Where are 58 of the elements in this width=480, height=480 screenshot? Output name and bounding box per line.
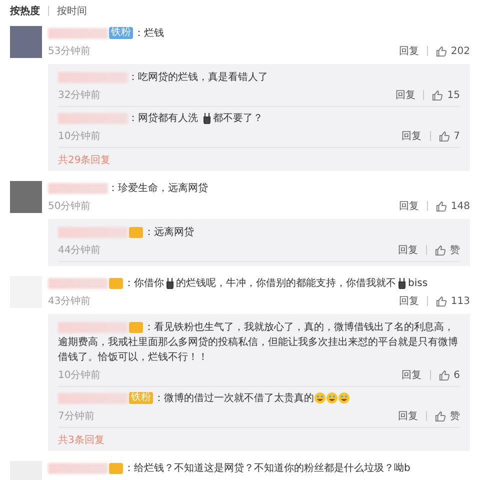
like-button[interactable]: 148 xyxy=(436,200,470,212)
timestamp: 32分钟前 xyxy=(58,88,101,102)
thumbs-up-icon xyxy=(436,200,447,212)
comment-text: ：远离网贷 xyxy=(58,225,460,240)
laughing-emoji-icon xyxy=(326,392,338,404)
thumbs-up-icon xyxy=(438,370,450,380)
blurred-username xyxy=(58,226,128,238)
reply-link[interactable]: 回复 xyxy=(402,129,422,143)
thumbs-up-icon xyxy=(435,410,446,422)
like-button[interactable]: 7 xyxy=(438,130,460,142)
comment-text: ：你借你 的烂钱呢，牛冲，你借别的都能支持，你借我就不 biss xyxy=(48,276,470,291)
like-button[interactable]: 赞 xyxy=(435,243,460,257)
avatar-placeholder[interactable] xyxy=(10,181,42,213)
blurred-username xyxy=(58,322,128,333)
like-button[interactable]: 15 xyxy=(432,90,460,100)
thumbs-up-icon xyxy=(432,90,444,100)
reply-link[interactable]: 回复 xyxy=(398,243,418,257)
timestamp: 10分钟前 xyxy=(58,130,101,143)
comment-text: 铁粉 ：烂钱 xyxy=(48,26,470,41)
thumbs-up-icon xyxy=(438,130,450,142)
timestamp: 44分钟前 xyxy=(58,244,101,257)
like-button[interactable]: 113 xyxy=(436,296,470,306)
sort-tab[interactable]: 按热度 xyxy=(10,4,40,18)
laughing-emoji-icon xyxy=(314,392,326,404)
comment-text: ：网贷都有人洗 都不要了？ xyxy=(58,111,460,126)
laughing-emoji-icon xyxy=(338,392,350,404)
reply-link[interactable]: 回复 xyxy=(398,44,419,58)
like-button[interactable]: 202 xyxy=(436,46,470,56)
blurred-username xyxy=(48,278,108,289)
timestamp: 7分钟前 xyxy=(58,410,94,423)
comment-text: ：珍爱生命，远离网贷 xyxy=(48,181,470,196)
comment-text: ：吃网贷的烂钱，真是看错人了 xyxy=(58,70,460,85)
timestamp: 53分钟前 xyxy=(48,44,91,58)
blurred-username xyxy=(58,392,128,404)
blurred-username xyxy=(48,462,108,474)
reply-link[interactable]: 回复 xyxy=(402,368,422,382)
blurred-username xyxy=(48,182,108,194)
reply-link[interactable]: 回复 xyxy=(398,294,419,308)
blurred-username xyxy=(58,112,128,124)
timestamp: 43分钟前 xyxy=(48,294,91,308)
comment-text: ：看见铁粉也生气了，我就放心了，真的，微博借钱出了名的利息高，逾期费高，我戒社里面那么多网贷的投稿私信，但能让我多次挂出来怼的平台就是只有微博借钱了。恰饭可以，烂钱不行！！ xyxy=(58,320,459,365)
blurred-username xyxy=(58,72,128,83)
reply-link[interactable]: 回复 xyxy=(398,409,418,423)
comment-text: 铁粉 ：微博的借过一次就不借了太贵真的 xyxy=(58,391,460,406)
thumbs-up-icon xyxy=(436,296,447,306)
reply-link[interactable]: 回复 xyxy=(398,199,419,213)
fan-badge: 铁粉 xyxy=(109,27,133,40)
timestamp: 10分钟前 xyxy=(58,368,101,382)
reply-link[interactable]: 回复 xyxy=(395,88,416,102)
fan-badge: 铁粉 xyxy=(129,392,153,404)
blurred-username xyxy=(48,28,108,39)
thumbs-up-icon xyxy=(436,46,447,56)
comment-text: ：给烂钱？不知道这是网贷？不知道你的粉丝都是什么垃圾？呦b xyxy=(48,461,470,476)
like-button[interactable]: 6 xyxy=(438,370,460,380)
like-button[interactable]: 赞 xyxy=(435,409,460,423)
sort-tab[interactable]: 按时间 xyxy=(57,4,87,18)
timestamp: 50分钟前 xyxy=(48,200,91,213)
thumbs-up-icon xyxy=(435,244,446,256)
